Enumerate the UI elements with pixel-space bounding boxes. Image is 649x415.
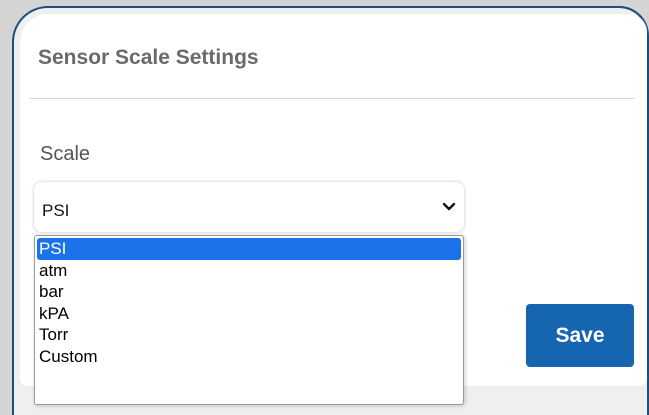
- scale-option-psi[interactable]: PSI: [37, 238, 461, 260]
- scale-option-torr[interactable]: Torr: [35, 324, 463, 346]
- scale-option-custom[interactable]: Custom: [35, 346, 463, 368]
- scale-option-bar[interactable]: bar: [35, 281, 463, 303]
- chevron-down-icon: [442, 202, 456, 211]
- scale-option-kpa[interactable]: kPA: [35, 303, 463, 325]
- scale-option-atm[interactable]: atm: [35, 260, 463, 282]
- divider: [30, 98, 634, 99]
- scale-dropdown-list: PSI atm bar kPA Torr Custom: [34, 235, 464, 405]
- card-title: Sensor Scale Settings: [38, 46, 259, 69]
- save-button[interactable]: Save: [526, 304, 634, 367]
- scale-select[interactable]: PSI: [34, 182, 464, 232]
- scale-select-value: PSI: [42, 201, 70, 220]
- scale-label: Scale: [40, 143, 91, 165]
